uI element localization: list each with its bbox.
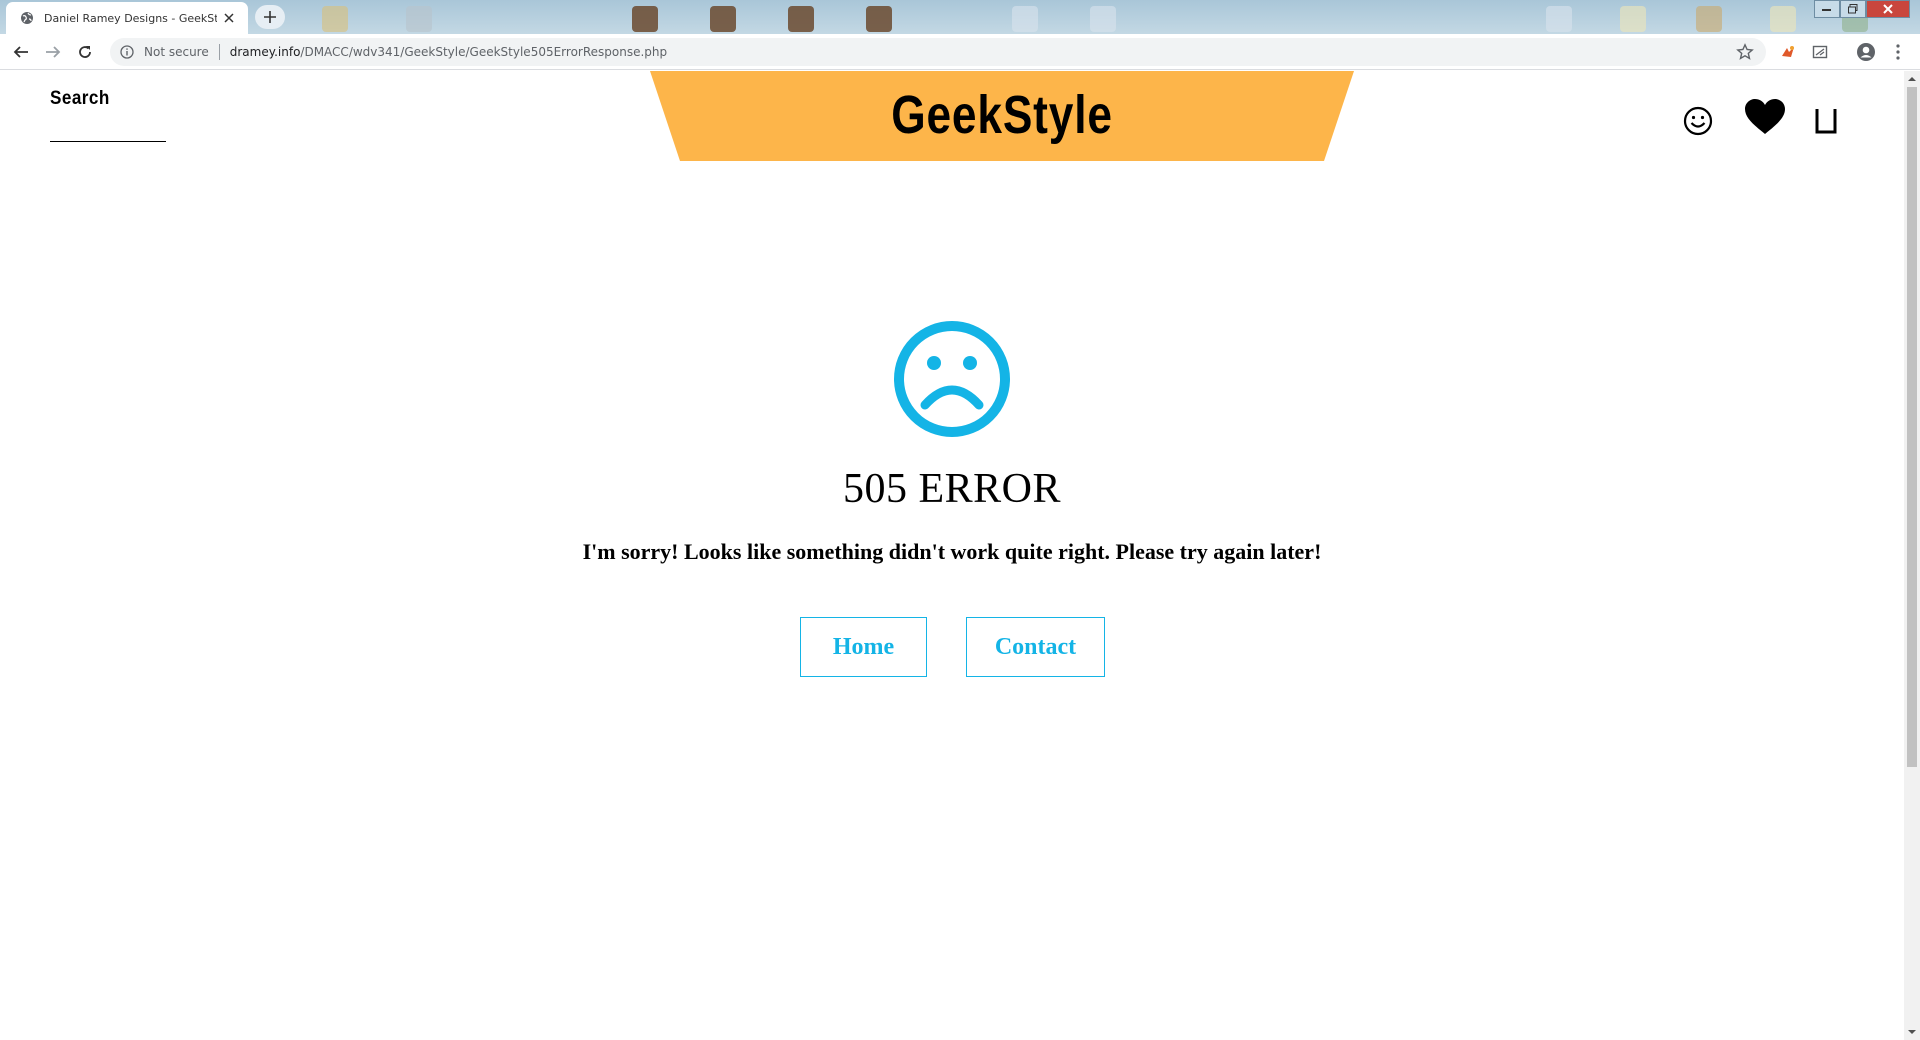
desktop-app-icon [788, 6, 814, 32]
smiley-icon[interactable] [1680, 103, 1716, 139]
arrow-right-icon [46, 46, 61, 58]
extension-button[interactable] [1778, 42, 1798, 62]
address-bar[interactable]: Not secure dramey.info /DMACC/wdv341/Gee… [110, 38, 1766, 66]
browser-tab-strip: Daniel Ramey Designs - GeekSty [0, 0, 1920, 34]
desktop-folder-icon [322, 6, 348, 32]
browser-menu-button[interactable] [1888, 42, 1908, 62]
minimize-window-button[interactable] [1814, 0, 1840, 18]
url-host: dramey.info [229, 45, 301, 59]
browser-tab[interactable]: Daniel Ramey Designs - GeekSty [6, 2, 248, 34]
scrollbar-thumb[interactable] [1907, 87, 1917, 767]
back-button[interactable] [10, 41, 32, 63]
page-scrollbar[interactable] [1904, 71, 1920, 1040]
bag-icon[interactable] [1810, 103, 1842, 139]
account-icon [1857, 43, 1875, 61]
info-icon[interactable] [118, 43, 136, 61]
desktop-app-icon [710, 6, 736, 32]
url-path: /DMACC/wdv341/GeekStyle/GeekStyle505Erro… [300, 45, 668, 59]
close-window-button[interactable] [1866, 0, 1910, 18]
new-tab-button[interactable] [255, 5, 285, 29]
sad-face-icon [894, 321, 1010, 437]
close-tab-icon[interactable] [221, 9, 238, 27]
heart-icon[interactable] [1742, 97, 1788, 137]
desktop-app-icon [866, 6, 892, 32]
plus-icon [264, 11, 276, 23]
forward-button[interactable] [42, 41, 64, 63]
scroll-up-arrow-icon[interactable] [1907, 74, 1917, 84]
desktop-folder-icon [1696, 6, 1722, 32]
desktop-app-icon [632, 6, 658, 32]
kebab-menu-icon [1896, 44, 1900, 60]
bookmark-star-icon[interactable] [1736, 43, 1754, 61]
reload-icon [79, 46, 91, 58]
globe-icon [21, 12, 33, 24]
search-link[interactable]: Search [50, 88, 110, 110]
scroll-down-arrow-icon[interactable] [1907, 1027, 1917, 1037]
desktop-file-icon [406, 6, 432, 32]
site-logo[interactable]: GeekStyle [713, 85, 1290, 145]
web-page: Search GeekStyle 505 ERROR I'm sorry! Lo… [0, 71, 1904, 1040]
arrow-left-icon [13, 46, 28, 58]
desktop-file-icon [1090, 6, 1116, 32]
browser-toolbar: Not secure dramey.info /DMACC/wdv341/Gee… [0, 34, 1920, 70]
error-message: I'm sorry! Looks like something didn't w… [582, 539, 1322, 564]
search-underline [50, 141, 166, 142]
extension-icon [1782, 46, 1794, 57]
home-button[interactable]: Home [800, 617, 927, 677]
omnibox-divider [218, 44, 220, 60]
restore-window-button[interactable] [1840, 0, 1866, 18]
desktop-file-icon [1012, 6, 1038, 32]
contact-button[interactable]: Contact [966, 617, 1105, 677]
error-title: 505 ERROR [842, 466, 1062, 512]
desktop-folder-icon [1620, 6, 1646, 32]
desktop-folder-icon [1770, 6, 1796, 32]
cast-button[interactable] [1810, 42, 1830, 62]
reload-button[interactable] [74, 41, 96, 63]
cast-icon [1812, 45, 1828, 59]
desktop-file-icon [1546, 6, 1572, 32]
profile-button[interactable] [1856, 42, 1876, 62]
security-status[interactable]: Not secure [144, 45, 209, 59]
tab-title: Daniel Ramey Designs - GeekSty [44, 11, 217, 25]
